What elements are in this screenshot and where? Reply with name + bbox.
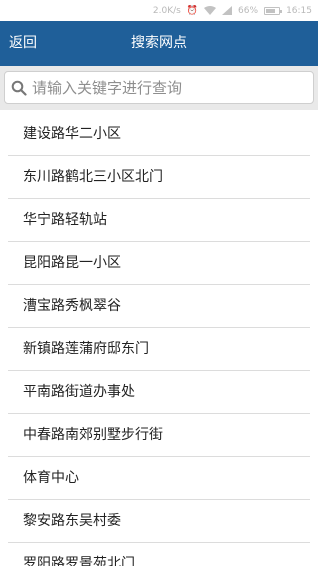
search-icon xyxy=(11,80,27,96)
page-title: 搜索网点 xyxy=(131,35,187,51)
list-item[interactable]: 建设路华二小区 xyxy=(8,113,310,156)
search-bar xyxy=(0,66,318,110)
wifi-icon xyxy=(204,6,217,15)
clock: 16:15 xyxy=(286,5,312,16)
list-item[interactable]: 新镇路莲蒲府邸东门 xyxy=(8,328,310,371)
list-item[interactable]: 东川路鹤北三小区北门 xyxy=(8,156,310,199)
list-item[interactable]: 中春路南郊别墅步行街 xyxy=(8,414,310,457)
list-item[interactable]: 华宁路轻轨站 xyxy=(8,199,310,242)
alarm-icon: ⏰ xyxy=(186,5,199,16)
list-item[interactable]: 昆阳路昆一小区 xyxy=(8,242,310,285)
battery-fill xyxy=(266,8,275,13)
nav-bar: 返回 搜索网点 xyxy=(0,21,318,66)
list-item[interactable]: 平南路街道办事处 xyxy=(8,371,310,414)
search-input[interactable] xyxy=(32,78,313,97)
battery-percent: 66% xyxy=(238,5,259,16)
list-item[interactable]: 黎安路东吴村委 xyxy=(8,500,310,543)
list-item[interactable]: 体育中心 xyxy=(8,457,310,500)
network-speed: 2.0K/s xyxy=(152,5,181,16)
search-box[interactable] xyxy=(4,71,314,104)
status-bar: 2.0K/s ⏰ 66% 16:15 xyxy=(0,0,318,21)
outlet-list: 建设路华二小区 东川路鹤北三小区北门 华宁路轻轨站 昆阳路昆一小区 漕宝路秀枫翠谷 新镇路… xyxy=(0,113,318,566)
list-item[interactable]: 漕宝路秀枫翠谷 xyxy=(8,285,310,328)
signal-icon xyxy=(222,6,233,15)
battery-icon xyxy=(264,6,283,15)
list-item[interactable]: 罗阳路罗景苑北门 xyxy=(8,543,310,566)
